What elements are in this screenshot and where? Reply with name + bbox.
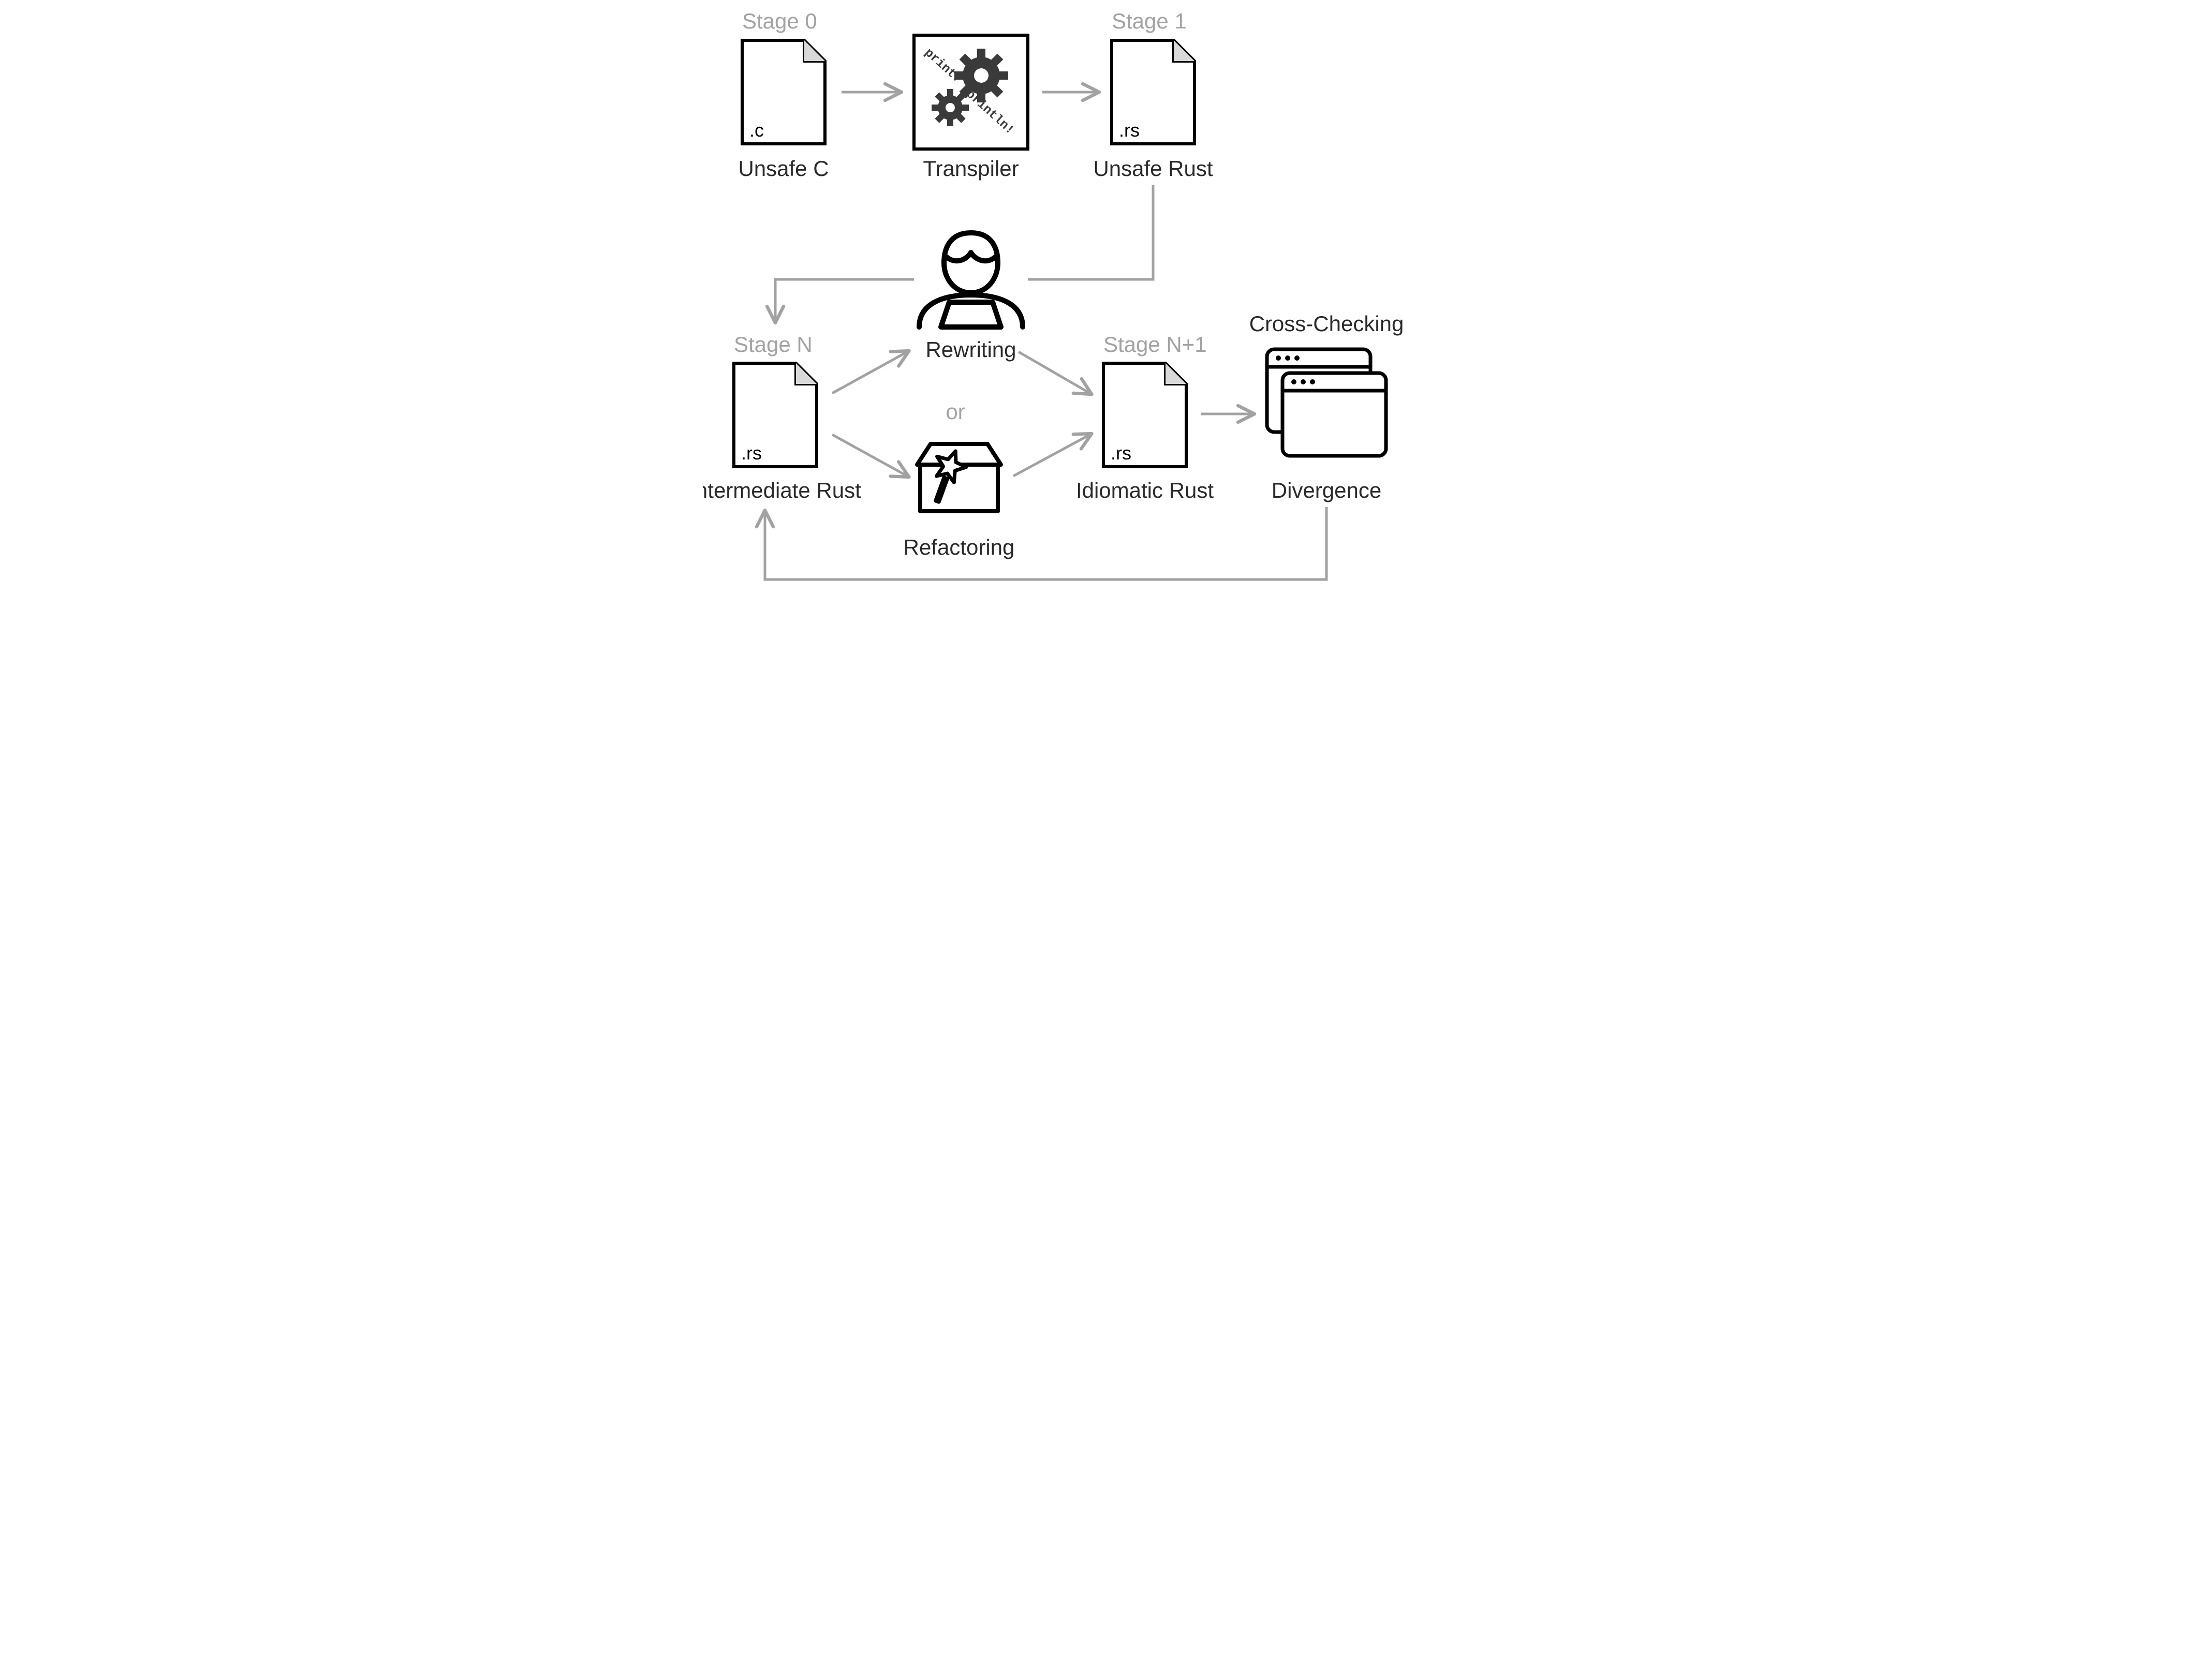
divergence-label: Divergence [1272, 478, 1381, 502]
arrow-intermediate-to-rewriting [832, 352, 907, 393]
stage-0-label: Stage 0 [742, 9, 817, 33]
refactoring-box [917, 444, 1001, 511]
arrow-unsafe-rust-to-person [1028, 185, 1153, 279]
file-unsafe-rust: Stage 1 .rs Unsafe Rust [1093, 9, 1213, 181]
transpiler-label: Transpiler [923, 156, 1019, 181]
unsafe-c-label: Unsafe C [738, 156, 829, 181]
file-ext-rs3: .rs [1111, 442, 1131, 464]
gear-icon-small [932, 89, 969, 126]
arrow-refactoring-to-idiomatic [1013, 435, 1090, 476]
cross-checking-windows: Cross-Checking Divergence [1249, 311, 1404, 502]
unsafe-rust-label: Unsafe Rust [1093, 156, 1213, 181]
transpiler-box: printf println! Transpiler [914, 35, 1028, 181]
person-icon [919, 233, 1023, 327]
cross-checking-label: Cross-Checking [1249, 311, 1404, 336]
arrow-rewriting-to-idiomatic [1019, 352, 1090, 393]
or-label: or [946, 399, 965, 424]
intermediate-rust-label: Intermediate Rust [703, 478, 861, 502]
arrow-person-to-intermediate [775, 279, 914, 321]
file-unsafe-c: Stage 0 .c Unsafe C [738, 9, 829, 181]
diagram-canvas: Stage 0 .c Unsafe C [703, 0, 1509, 606]
file-ext-rs1: .rs [1119, 120, 1140, 141]
file-idiomatic-rust: Stage N+1 .rs Idiomatic Rust [1076, 332, 1214, 502]
stage-1-label: Stage 1 [1112, 9, 1187, 33]
rewriting-label: Rewriting [925, 337, 1016, 362]
stage-n-label: Stage N [734, 332, 813, 356]
file-ext-rs2: .rs [741, 442, 762, 464]
rewriting-person [919, 233, 1023, 327]
file-intermediate-rust: Stage N .rs Intermediate Rust [703, 332, 861, 502]
stage-n1-label: Stage N+1 [1103, 332, 1207, 356]
file-ext-c: .c [749, 120, 764, 141]
arrow-divergence-feedback [765, 507, 1326, 580]
idiomatic-rust-label: Idiomatic Rust [1076, 478, 1214, 502]
refactoring-label: Refactoring [904, 535, 1015, 559]
arrow-intermediate-to-refactoring [832, 435, 907, 476]
window-icon-front [1282, 373, 1386, 456]
